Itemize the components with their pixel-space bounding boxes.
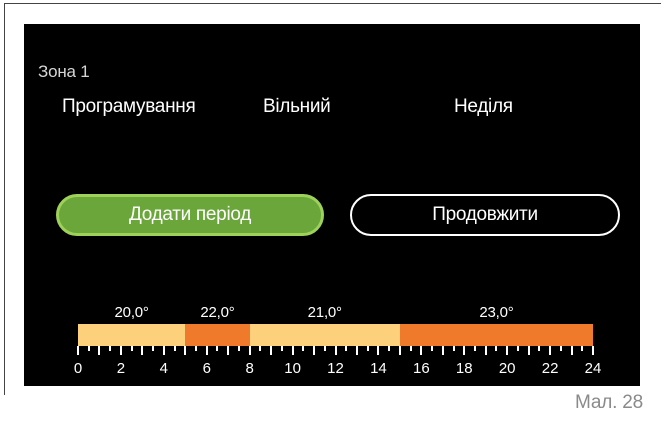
axis-tick [398,346,401,355]
period-temperature-label: 23,0° [479,304,514,321]
axis-tick [237,346,240,351]
axis-tick [119,346,122,355]
axis-tick-label: 4 [159,360,168,377]
figure-caption: Мал. 28 [575,392,643,413]
axis-tick [506,346,509,355]
axis-tick [441,346,444,355]
period-temperature-label: 20,0° [114,304,149,321]
schedule-period-bar[interactable] [185,324,250,346]
axis-tick [302,346,305,351]
schedule-period-bar[interactable] [249,324,400,346]
axis-tick [130,346,133,351]
axis-tick [355,346,358,355]
schedule-timeline[interactable]: 20,0° 22,0° 21,0° 23,0° 0 2 4 6 8 10 12 14 16 18 20 22 2… [24,294,640,386]
axis-tick [516,346,519,351]
continue-button-label: Продовжити [432,204,538,225]
axis-tick [227,346,230,355]
axis-tick [570,346,573,355]
axis-tick [141,346,144,355]
axis-tick-label: 20 [498,360,516,377]
axis-tick [216,346,219,351]
axis-tick [195,346,198,351]
axis-tick-label: 12 [327,360,344,377]
period-temperature-label: 22,0° [200,304,235,321]
axis-tick-label: 24 [584,360,602,377]
axis-tick-label: 8 [245,360,254,377]
axis-tick [109,346,112,351]
axis-tick [527,346,530,355]
axis-tick-label: 16 [412,360,430,377]
axis-tick [431,346,434,351]
axis-tick-label: 14 [370,360,387,377]
axis-tick [538,346,541,351]
axis-tick [162,346,165,355]
status-label: Вільний [263,96,331,117]
continue-button[interactable]: Продовжити [350,194,620,236]
figure-frame-left [4,3,5,395]
axis-tick-label: 10 [284,360,301,377]
axis-tick [259,346,262,351]
axis-tick [173,346,176,351]
axis-tick [559,346,562,351]
axis-tick [463,346,466,355]
schedule-period-bar[interactable] [399,324,593,346]
axis-tick-label: 22 [541,360,559,377]
period-temperature-label: 21,0° [307,304,342,321]
axis-tick [495,346,498,351]
axis-tick [248,346,251,355]
axis-tick [98,346,101,355]
axis-tick [270,346,273,355]
zone-title: Зона 1 [38,62,90,81]
figure-frame-top [4,3,661,4]
axis-tick-label: 0 [73,360,83,377]
axis-tick [366,346,369,351]
axis-tick [452,346,455,351]
axis-tick [280,346,283,351]
axis-tick [152,346,155,351]
schedule-period-bar[interactable] [78,324,186,346]
axis-tick [388,346,391,351]
axis-tick [549,346,552,355]
axis-tick [77,346,79,355]
axis-tick [377,346,380,355]
axis-tick [313,346,316,355]
axis-tick [184,346,187,355]
add-period-button[interactable]: Додати період [56,194,324,236]
device-screen: Зона 1 Програмування Вільний Неділя Дода… [24,24,640,386]
axis-tick [420,346,423,355]
axis-tick [323,346,326,351]
axis-tick [473,346,476,351]
add-period-button-label: Додати період [128,204,252,225]
axis-tick-label: 2 [116,360,126,377]
axis-tick-label: 18 [455,360,473,377]
axis-tick [409,346,412,351]
axis-tick [291,346,294,355]
axis-tick-label: 6 [202,360,211,377]
mode-label: Програмування [62,96,196,117]
axis-tick [205,346,208,355]
axis-tick [334,346,337,355]
axis-tick [87,346,90,351]
axis-tick [581,346,584,351]
day-label: Неділя [454,96,513,117]
axis-tick [345,346,348,351]
axis-tick [592,346,594,355]
axis-tick [484,346,487,355]
